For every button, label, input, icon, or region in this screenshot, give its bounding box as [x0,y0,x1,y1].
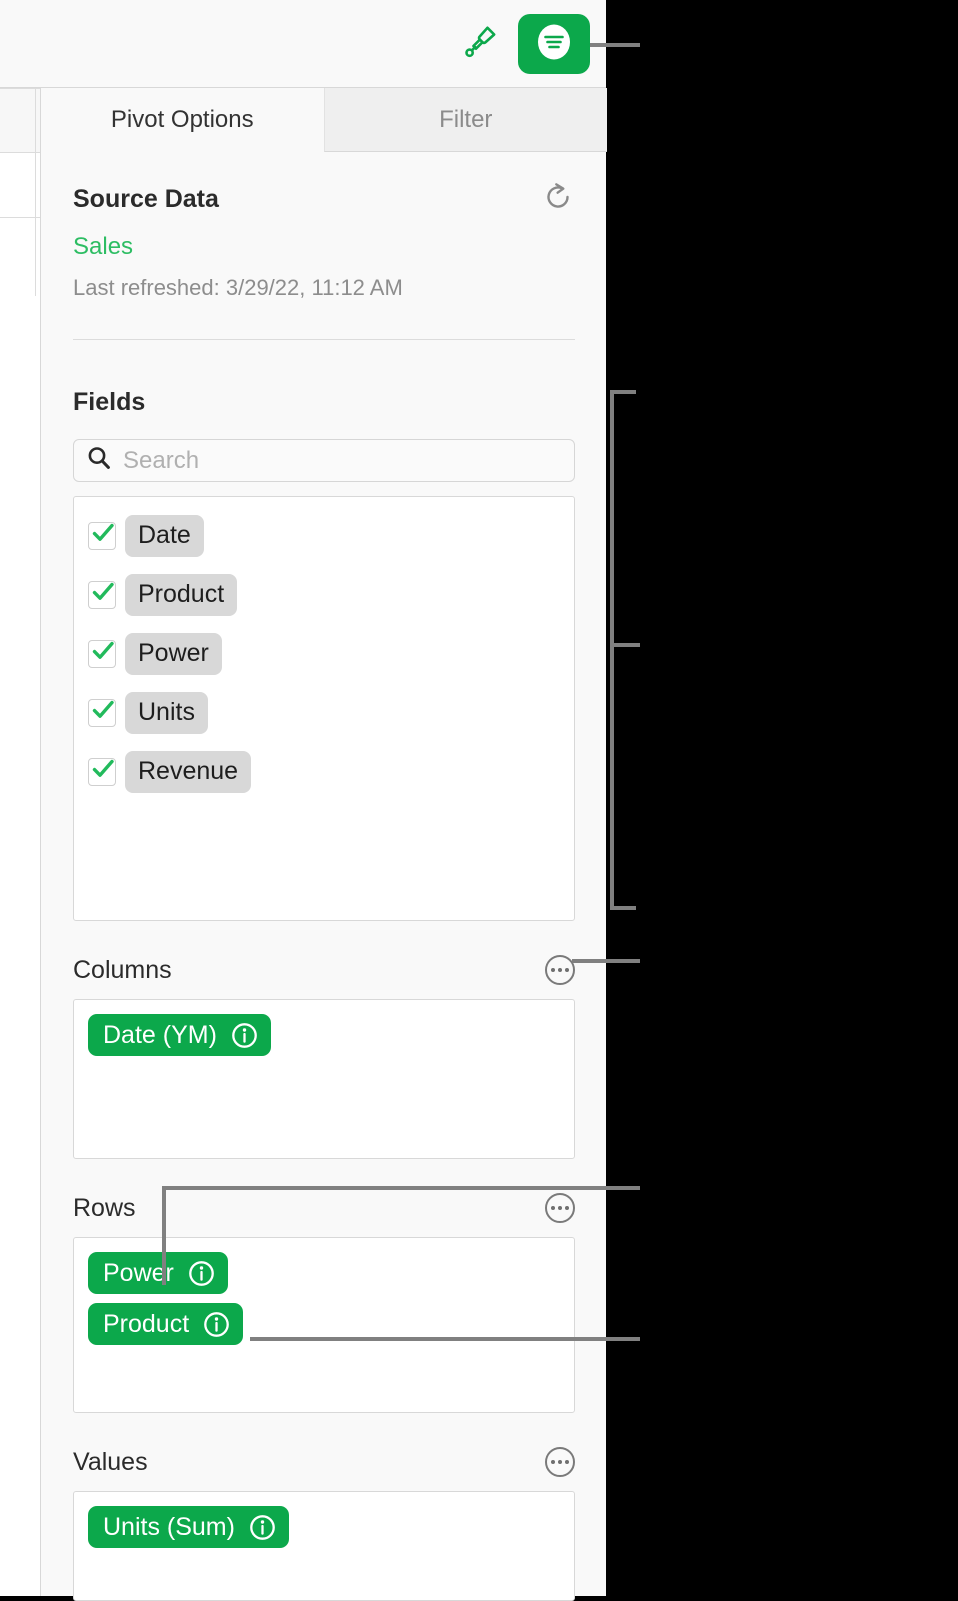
checkmark-icon [86,693,120,727]
field-label: Product [125,574,237,616]
field-label: Date [125,515,204,557]
values-title: Values [73,1448,148,1477]
source-data-name[interactable]: Sales [73,233,575,261]
values-drop-well[interactable]: Units (Sum) [73,1491,575,1601]
info-icon[interactable] [203,1311,230,1338]
sheet-row-divider [0,88,40,89]
fields-search-field[interactable]: Search [73,439,575,482]
field-checkbox[interactable] [88,699,116,727]
field-row[interactable]: Power [88,633,574,675]
fields-list[interactable]: Date Product Pow [73,496,575,921]
rows-token-label: Product [103,1310,189,1339]
organize-icon [531,19,577,70]
info-icon[interactable] [231,1022,258,1049]
inspector-tab-bar: Pivot Options Filter [41,88,607,152]
search-icon [86,445,112,476]
rows-token[interactable]: Power [88,1252,228,1294]
values-header: Values [73,1447,575,1477]
values-more-button[interactable] [545,1447,575,1477]
rows-more-button[interactable] [545,1193,575,1223]
values-token-label: Units (Sum) [103,1513,235,1542]
toolbar-icon-group [457,14,590,74]
info-icon[interactable] [188,1260,215,1287]
tab-pivot-options-label: Pivot Options [111,106,254,134]
fields-search-placeholder: Search [123,447,199,475]
rows-drop-well[interactable]: Power Product [73,1237,575,1413]
callout-fields-bracket [612,392,636,908]
field-label: Power [125,633,222,675]
paintbrush-icon [458,20,502,69]
columns-header: Columns [73,955,575,985]
organize-button[interactable] [518,14,590,74]
fields-header: Fields [73,388,575,417]
sheet-row-header-1 [0,88,40,152]
checkmark-icon [86,634,120,668]
values-token[interactable]: Units (Sum) [88,1506,289,1548]
sheet-row-divider [0,152,40,153]
tab-filter-label: Filter [439,106,492,134]
source-last-refreshed: Last refreshed: 3/29/22, 11:12 AM [73,275,575,301]
toolbar [0,0,606,88]
field-row[interactable]: Units [88,692,574,734]
checkmark-icon [86,516,120,550]
fields-title: Fields [73,388,145,417]
columns-token-label: Date (YM) [103,1021,217,1050]
field-row[interactable]: Product [88,574,574,616]
checkmark-icon [86,575,120,609]
field-label: Revenue [125,751,251,793]
columns-title: Columns [73,956,172,985]
source-data-header: Source Data [73,180,575,219]
tab-filter[interactable]: Filter [324,88,608,152]
rows-token-label: Power [103,1259,174,1288]
field-row[interactable]: Date [88,515,574,557]
field-checkbox[interactable] [88,640,116,668]
field-checkbox[interactable] [88,522,116,550]
field-checkbox[interactable] [88,758,116,786]
pivot-inspector-panel: Pivot Options Filter Source Data Sales L… [40,88,606,1596]
rows-token[interactable]: Product [88,1303,243,1345]
field-row[interactable]: Revenue [88,751,574,793]
rows-header: Rows [73,1193,575,1223]
screen-backdrop: Pivot Options Filter Source Data Sales L… [0,0,958,1596]
sheet-row-divider [0,217,40,218]
checkmark-icon [86,752,120,786]
columns-drop-well[interactable]: Date (YM) [73,999,575,1159]
columns-more-button[interactable] [545,955,575,985]
columns-token[interactable]: Date (YM) [88,1014,271,1056]
sheet-column-divider [35,88,36,296]
field-checkbox[interactable] [88,581,116,609]
field-label: Units [125,692,208,734]
info-icon[interactable] [249,1514,276,1541]
source-data-title: Source Data [73,185,219,214]
rows-title: Rows [73,1194,136,1223]
tab-pivot-options[interactable]: Pivot Options [41,88,324,152]
pivot-options-body: Source Data Sales Last refreshed: 3/29/2… [41,152,607,1596]
format-button[interactable] [457,14,502,74]
refresh-icon[interactable] [541,180,575,219]
